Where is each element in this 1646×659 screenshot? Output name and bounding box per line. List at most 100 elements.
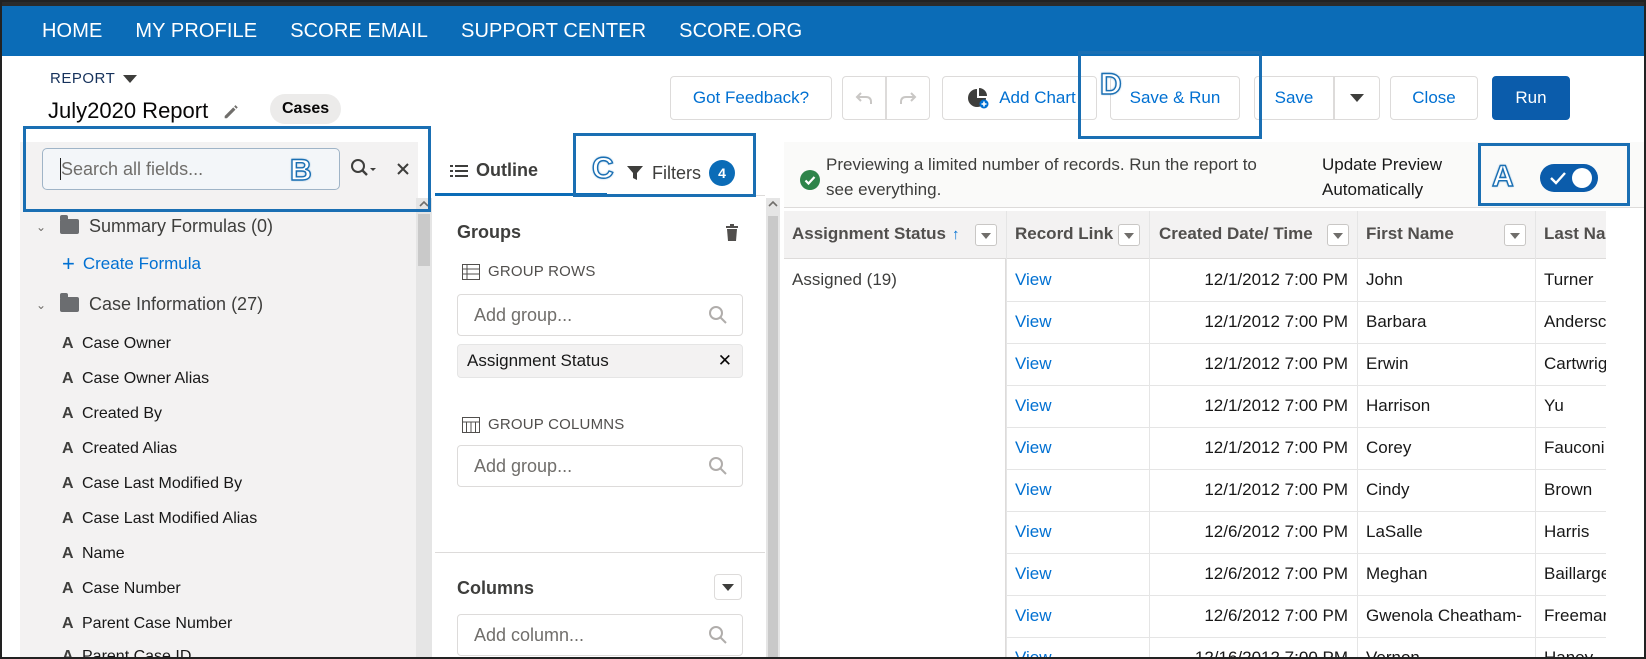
column-menu-button[interactable] (1504, 224, 1526, 246)
columns-menu-button[interactable] (714, 574, 742, 600)
field-label: Case Owner (82, 335, 171, 352)
chevron-down-icon (1350, 94, 1364, 102)
search-icon (709, 626, 727, 644)
chevron-down-icon (123, 74, 138, 83)
field-item[interactable]: A Parent Case Number (62, 615, 232, 633)
column-menu-button[interactable] (975, 224, 997, 246)
row-divider (1006, 427, 1606, 428)
redo-button[interactable] (886, 76, 930, 120)
top-nav-bar: HOME MY PROFILE SCORE EMAIL SUPPORT CENT… (2, 2, 1644, 56)
field-label: Case Last Modified Alias (82, 510, 258, 527)
field-item[interactable]: A Case Owner (62, 335, 171, 353)
search-icon (709, 457, 727, 475)
created-date-cell: 12/1/2012 7:00 PM (1204, 354, 1348, 373)
list-icon (450, 164, 468, 177)
field-label: Created By (82, 405, 163, 422)
chevron-down-icon: ⌄ (36, 297, 47, 312)
placeholder-text: Add group... (474, 456, 573, 476)
column-header-last-name[interactable]: Last Nar (1544, 224, 1606, 244)
trash-icon[interactable] (724, 224, 740, 242)
remove-icon[interactable]: ✕ (718, 345, 732, 377)
nav-score-org[interactable]: SCORE.ORG (679, 20, 802, 43)
record-link-cell[interactable]: View (1015, 522, 1135, 542)
save-button[interactable]: Save (1254, 76, 1334, 120)
record-link-cell[interactable]: View (1015, 396, 1135, 416)
first-name-cell: Gwenola Cheatham- (1366, 606, 1522, 625)
pencil-icon[interactable] (222, 102, 240, 120)
close-button[interactable]: Close (1390, 76, 1478, 120)
field-item[interactable]: A Parent Case ID (62, 648, 192, 659)
scroll-up-icon[interactable] (767, 200, 779, 208)
add-column-input[interactable]: Add column... (457, 614, 743, 656)
save-run-button[interactable]: Save & Run (1110, 76, 1240, 120)
record-link-cell[interactable]: View (1015, 480, 1135, 500)
field-item[interactable]: A Case Owner Alias (62, 370, 209, 388)
field-item[interactable]: A Case Number (62, 580, 181, 598)
fields-scroll-thumb[interactable] (418, 214, 430, 266)
chip-label: Assignment Status (467, 351, 609, 370)
placeholder-text: Add group... (474, 305, 573, 325)
callout-label-a: A (1491, 159, 1514, 193)
plus-icon: + (62, 251, 75, 276)
record-link-cell[interactable]: View (1015, 270, 1135, 290)
column-divider (1149, 211, 1150, 657)
save-options-button[interactable] (1334, 76, 1380, 120)
undo-button[interactable] (842, 76, 886, 120)
toggle-knob (1572, 168, 1592, 188)
nav-home[interactable]: HOME (42, 20, 102, 43)
record-link-cell[interactable]: View (1015, 354, 1135, 374)
fields-scrollbar[interactable] (416, 198, 432, 657)
record-link-cell[interactable]: View (1015, 648, 1135, 657)
row-divider (1006, 595, 1606, 596)
report-label: REPORT (50, 70, 116, 87)
last-name-cell: Freemar (1544, 606, 1606, 625)
column-header-created-date[interactable]: Created Date/ Time (1159, 224, 1313, 244)
tab-outline[interactable]: Outline (450, 160, 538, 181)
close-icon[interactable] (396, 162, 410, 176)
field-item[interactable]: A Created By (62, 405, 162, 423)
add-chart-button[interactable]: Add Chart (942, 76, 1097, 120)
folder-case-information[interactable]: ⌄ Case Information (27) (36, 293, 263, 315)
column-header-assignment-status[interactable]: Assignment Status ↑ (792, 224, 959, 244)
run-button[interactable]: Run (1492, 76, 1570, 120)
folder-summary-formulas[interactable]: ⌄ Summary Formulas (0) (36, 215, 274, 237)
record-link-cell[interactable]: View (1015, 606, 1135, 626)
nav-score-email[interactable]: SCORE EMAIL (290, 20, 428, 43)
search-icon[interactable] (350, 158, 378, 180)
column-header-first-name[interactable]: First Name (1366, 224, 1454, 244)
nav-my-profile[interactable]: MY PROFILE (135, 20, 257, 43)
nav-support-center[interactable]: SUPPORT CENTER (461, 20, 646, 43)
column-header-record-link[interactable]: Record Link (1015, 224, 1113, 244)
add-group-columns-input[interactable]: Add group... (457, 445, 743, 487)
field-item[interactable]: A Created Alias (62, 440, 177, 458)
created-date-cell: 12/6/2012 7:00 PM (1204, 522, 1348, 541)
group-chip-assignment-status[interactable]: Assignment Status ✕ (457, 344, 743, 378)
record-link-cell[interactable]: View (1015, 312, 1135, 332)
field-label: Parent Case ID (82, 648, 192, 659)
column-menu-button[interactable] (1327, 224, 1349, 246)
row-divider (1006, 469, 1606, 470)
record-link-cell[interactable]: View (1015, 438, 1135, 458)
text-field-icon: A (62, 580, 74, 597)
callout-label-d: D (1099, 67, 1122, 101)
filter-icon (627, 166, 643, 180)
created-date-cell: 12/1/2012 7:00 PM (1204, 396, 1348, 415)
group-columns-icon (462, 416, 480, 433)
preview-message: Previewing a limited number of records. … (826, 155, 1257, 199)
field-item[interactable]: A Name (62, 545, 125, 563)
tab-filters[interactable]: Filters 4 (626, 160, 735, 186)
field-item[interactable]: A Case Last Modified By (62, 475, 242, 493)
scroll-up-icon[interactable] (418, 200, 430, 208)
last-name-cell: Fauconi (1544, 438, 1605, 457)
add-group-rows-input[interactable]: Add group... (457, 294, 743, 336)
report-type-menu[interactable]: REPORT (50, 70, 138, 87)
folder-label: Summary Formulas (0) (89, 216, 274, 236)
column-divider (1357, 211, 1358, 657)
record-link-cell[interactable]: View (1015, 564, 1135, 584)
group-columns-label: GROUP COLUMNS (462, 416, 625, 433)
column-menu-button[interactable] (1118, 224, 1140, 246)
create-formula-link[interactable]: + Create Formula (62, 251, 201, 276)
feedback-button[interactable]: Got Feedback? (670, 76, 832, 120)
outline-scroll-thumb[interactable] (768, 216, 778, 657)
field-item[interactable]: A Case Last Modified Alias (62, 510, 257, 528)
